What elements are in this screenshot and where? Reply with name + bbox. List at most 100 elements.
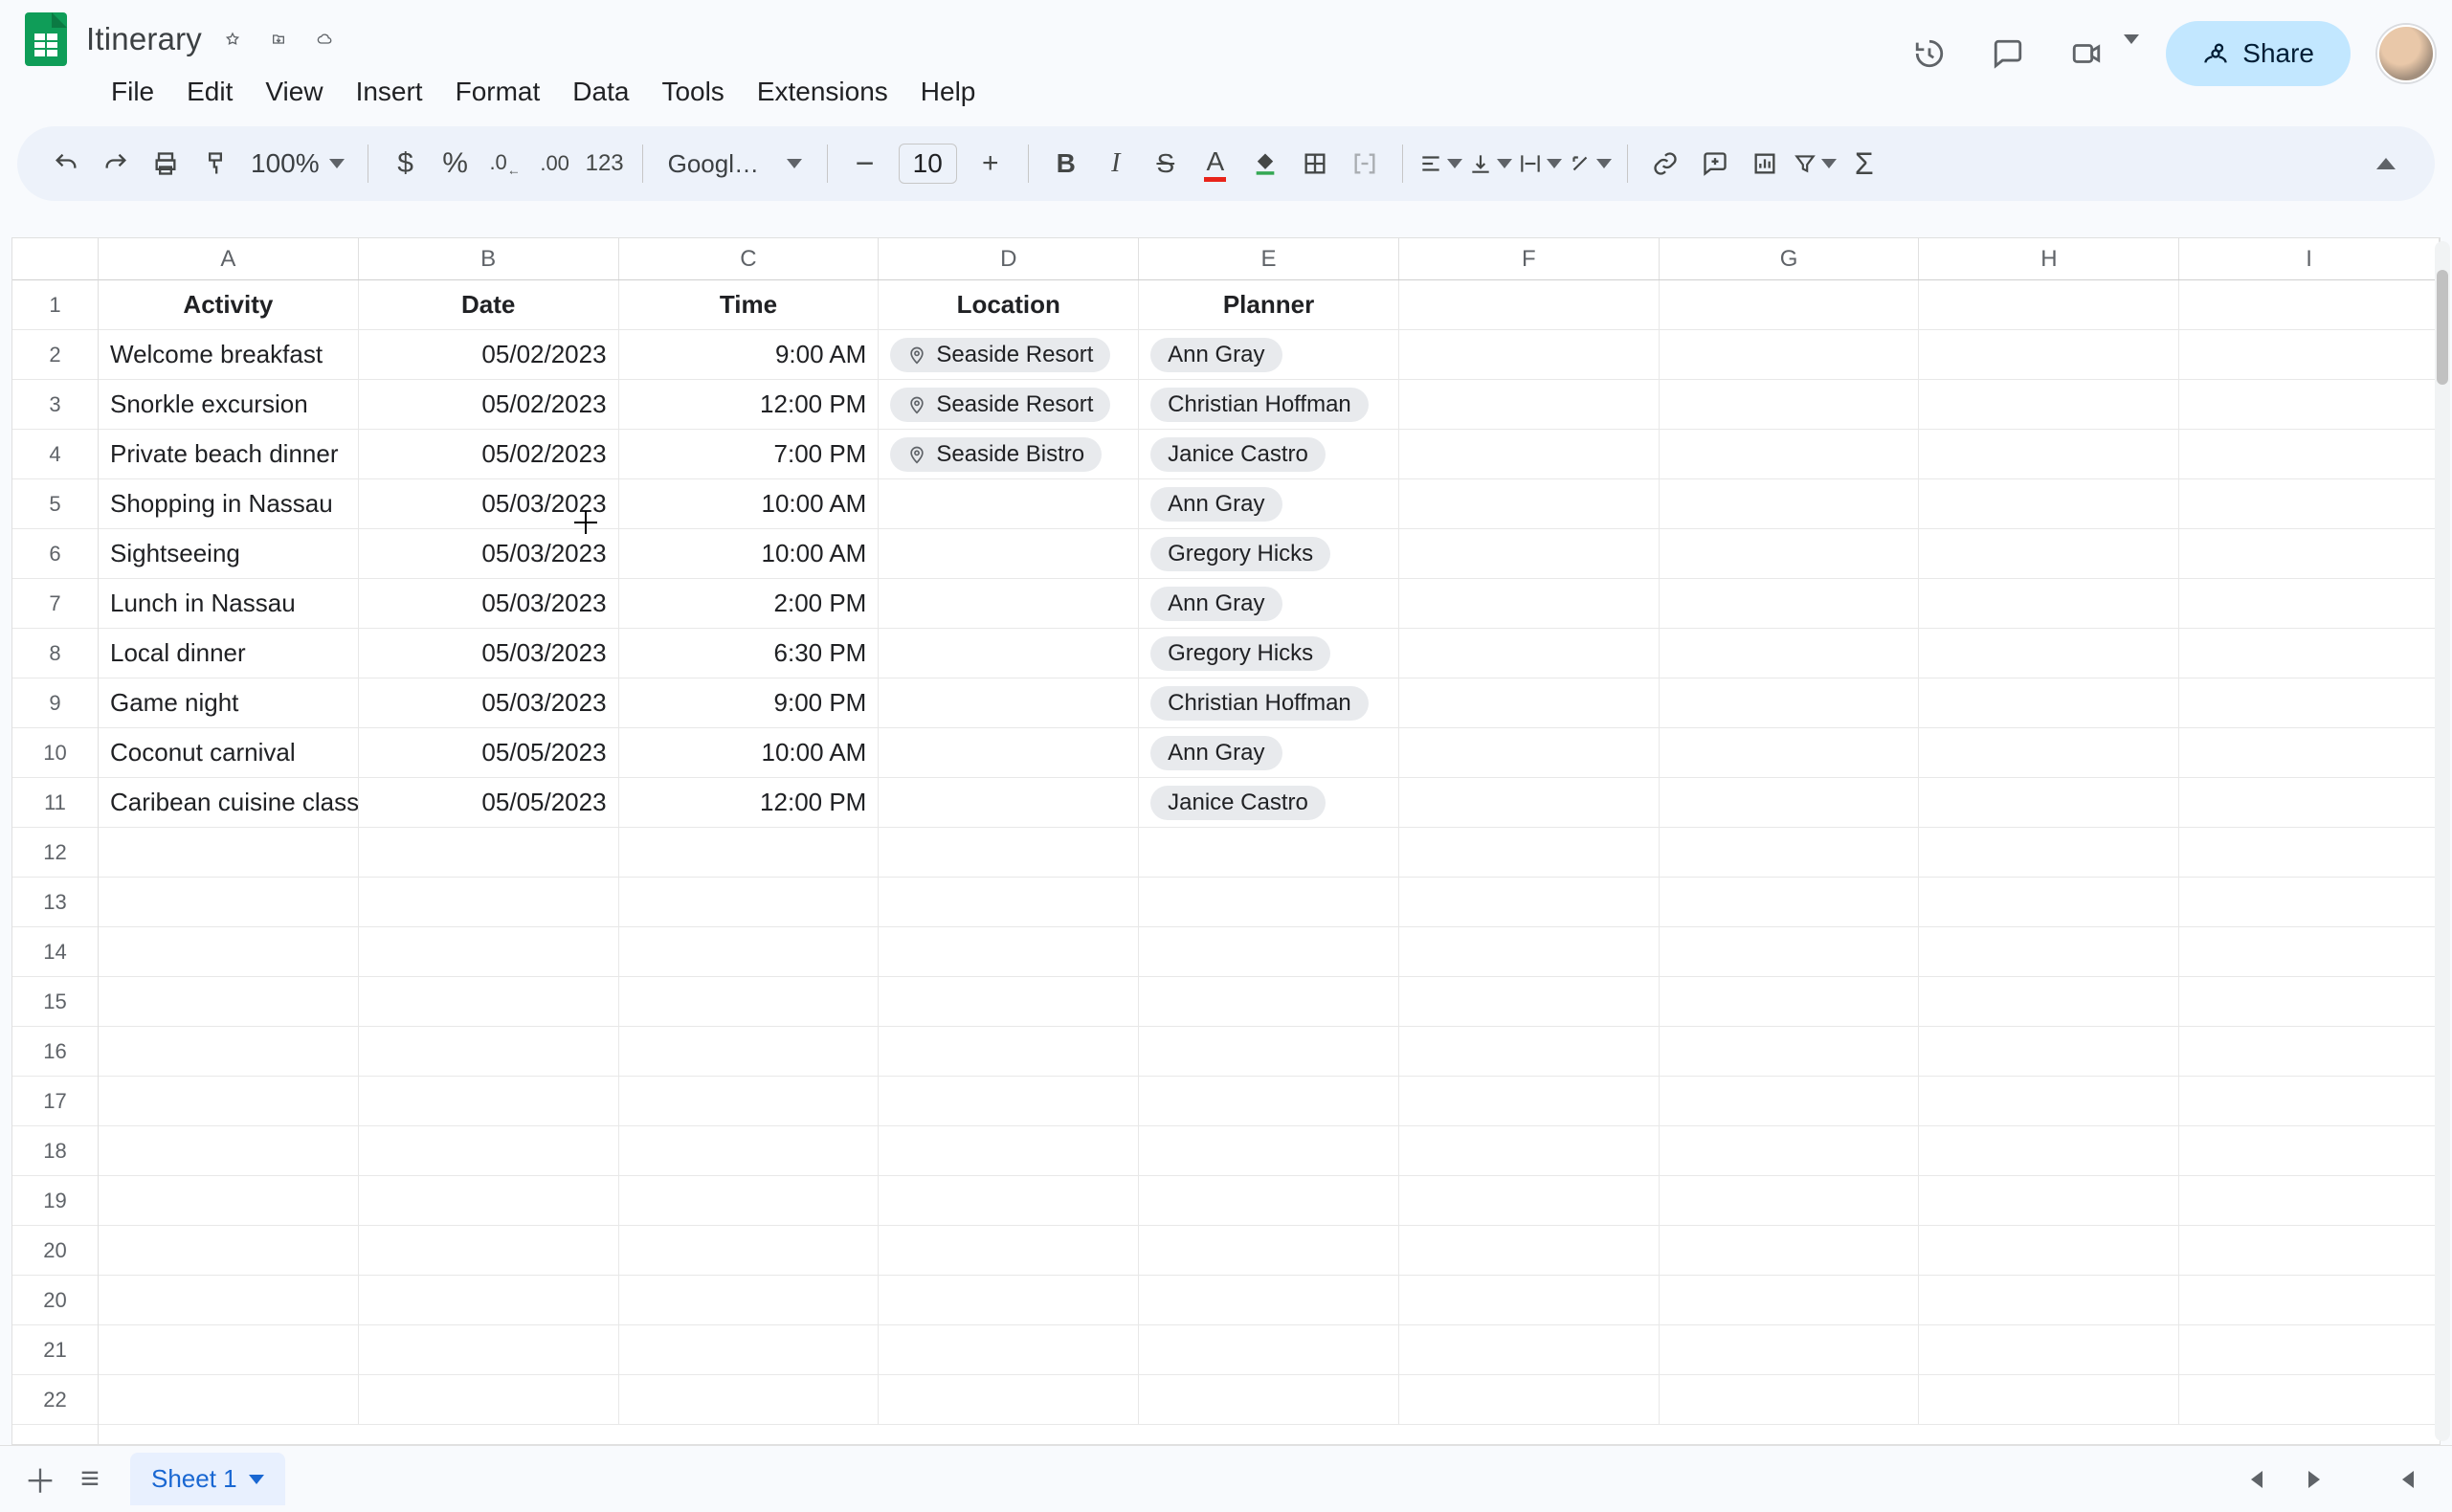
cell-activity[interactable]: Lunch in Nassau: [99, 579, 359, 628]
cell[interactable]: [619, 1325, 880, 1374]
cell[interactable]: [619, 1276, 880, 1324]
cell[interactable]: [1660, 1077, 1920, 1125]
borders-button[interactable]: [1293, 142, 1337, 186]
cell-date[interactable]: 05/03/2023: [359, 579, 619, 628]
cell[interactable]: [99, 927, 359, 976]
cell[interactable]: [2179, 828, 2440, 877]
location-chip[interactable]: Seaside Bistro: [890, 437, 1102, 472]
cell-activity[interactable]: Snorkle excursion: [99, 380, 359, 429]
cell[interactable]: [1919, 828, 2179, 877]
person-chip[interactable]: Janice Castro: [1150, 786, 1326, 820]
cell-activity[interactable]: Shopping in Nassau: [99, 479, 359, 528]
person-chip[interactable]: Ann Gray: [1150, 587, 1282, 621]
cell[interactable]: [1139, 1077, 1399, 1125]
cell[interactable]: [1139, 878, 1399, 926]
cell-planner[interactable]: Janice Castro: [1139, 778, 1399, 827]
cell[interactable]: [619, 1126, 880, 1175]
sheets-logo[interactable]: [19, 12, 73, 66]
cell[interactable]: [99, 1375, 359, 1424]
cell-planner[interactable]: Ann Gray: [1139, 330, 1399, 379]
row-header[interactable]: 7: [12, 579, 98, 629]
cell[interactable]: [1399, 878, 1660, 926]
cell[interactable]: [1399, 1027, 1660, 1076]
cell[interactable]: [1660, 828, 1920, 877]
cell[interactable]: [1919, 479, 2179, 528]
cell-activity[interactable]: Welcome breakfast: [99, 330, 359, 379]
row-header[interactable]: 10: [12, 728, 98, 778]
cell[interactable]: [1919, 878, 2179, 926]
cell-planner[interactable]: Ann Gray: [1139, 479, 1399, 528]
cell[interactable]: [1660, 778, 1920, 827]
cell[interactable]: [1399, 430, 1660, 478]
cell[interactable]: [1139, 828, 1399, 877]
cell[interactable]: [879, 1276, 1139, 1324]
cell-activity[interactable]: Game night: [99, 678, 359, 727]
person-chip[interactable]: Ann Gray: [1150, 487, 1282, 522]
cell[interactable]: [1399, 1375, 1660, 1424]
decrease-decimal-button[interactable]: .0←: [483, 142, 527, 186]
meet-dropdown[interactable]: [2124, 44, 2139, 64]
row-header[interactable]: 20: [12, 1276, 98, 1325]
row-header[interactable]: 19: [12, 1176, 98, 1226]
cell-date[interactable]: 05/05/2023: [359, 728, 619, 777]
cell[interactable]: [1660, 529, 1920, 578]
cell[interactable]: [879, 927, 1139, 976]
cell[interactable]: [2179, 1325, 2440, 1374]
cell[interactable]: [1660, 1276, 1920, 1324]
star-icon[interactable]: [217, 24, 248, 55]
cell[interactable]: [879, 1027, 1139, 1076]
undo-button[interactable]: [44, 142, 88, 186]
cell[interactable]: [1399, 778, 1660, 827]
cell[interactable]: [1919, 430, 2179, 478]
cell[interactable]: [359, 1027, 619, 1076]
tab-scroll-left[interactable]: [2232, 1455, 2282, 1504]
cell[interactable]: [619, 1027, 880, 1076]
cell-activity[interactable]: Caribean cuisine class: [99, 778, 359, 827]
filter-button[interactable]: [1793, 142, 1837, 186]
cell[interactable]: [2179, 1226, 2440, 1275]
location-chip[interactable]: Seaside Resort: [890, 388, 1110, 422]
cell-time[interactable]: 6:30 PM: [619, 629, 880, 678]
row-header[interactable]: 22: [12, 1375, 98, 1425]
cell[interactable]: [1399, 1077, 1660, 1125]
person-chip[interactable]: Janice Castro: [1150, 437, 1326, 472]
cell[interactable]: [359, 1226, 619, 1275]
cell[interactable]: [1919, 1375, 2179, 1424]
insert-comment-button[interactable]: [1693, 142, 1737, 186]
cell[interactable]: [879, 1325, 1139, 1374]
cell[interactable]: [879, 828, 1139, 877]
cell-time[interactable]: 10:00 AM: [619, 728, 880, 777]
col-header-h[interactable]: H: [1919, 238, 2179, 279]
cell[interactable]: [2179, 380, 2440, 429]
cell[interactable]: [1399, 330, 1660, 379]
cell[interactable]: [2179, 430, 2440, 478]
cell[interactable]: [1139, 1176, 1399, 1225]
header-cell[interactable]: Planner: [1139, 280, 1399, 329]
cell-location[interactable]: Seaside Bistro: [879, 430, 1139, 478]
person-chip[interactable]: Gregory Hicks: [1150, 636, 1330, 671]
menu-insert[interactable]: Insert: [341, 71, 438, 113]
cell-planner[interactable]: Christian Hoffman: [1139, 678, 1399, 727]
cell-time[interactable]: 9:00 AM: [619, 330, 880, 379]
cell[interactable]: [1919, 629, 2179, 678]
cell[interactable]: [619, 1226, 880, 1275]
cell[interactable]: [1399, 1226, 1660, 1275]
cell[interactable]: [619, 1077, 880, 1125]
cell[interactable]: [99, 1027, 359, 1076]
menu-view[interactable]: View: [250, 71, 338, 113]
cell[interactable]: [99, 1325, 359, 1374]
cell-time[interactable]: 2:00 PM: [619, 579, 880, 628]
cell[interactable]: [1660, 330, 1920, 379]
cell[interactable]: [1919, 927, 2179, 976]
col-header-a[interactable]: A: [99, 238, 359, 279]
cell[interactable]: [1399, 479, 1660, 528]
cell-time[interactable]: 12:00 PM: [619, 778, 880, 827]
col-header-f[interactable]: F: [1399, 238, 1660, 279]
sheet-tab-1[interactable]: Sheet 1: [130, 1453, 285, 1505]
cell-planner[interactable]: Gregory Hicks: [1139, 629, 1399, 678]
col-header-e[interactable]: E: [1139, 238, 1399, 279]
text-rotation-button[interactable]: [1568, 142, 1612, 186]
insert-link-button[interactable]: [1643, 142, 1687, 186]
cell[interactable]: [1919, 1027, 2179, 1076]
cloud-saved-icon[interactable]: [309, 24, 340, 55]
